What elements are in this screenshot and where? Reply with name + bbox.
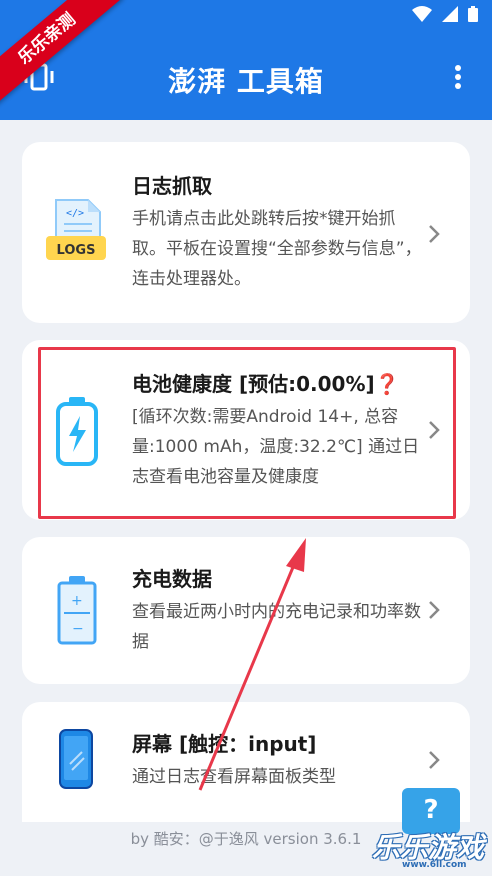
watermark-logo: 乐乐游戏 www.6ll.com xyxy=(372,826,492,876)
annotation-arrow xyxy=(198,538,306,791)
